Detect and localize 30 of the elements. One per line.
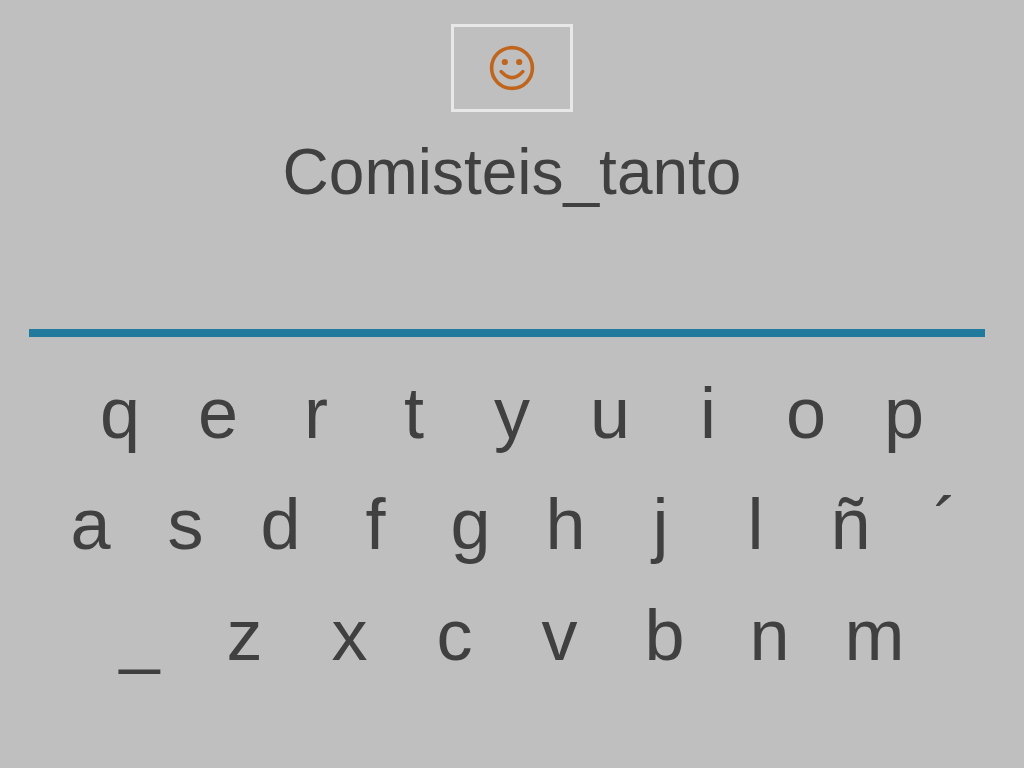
letter-key[interactable]: i bbox=[659, 370, 757, 455]
letter-key[interactable]: g bbox=[423, 481, 518, 566]
letter-key[interactable]: l bbox=[708, 481, 803, 566]
phrase-title: Comisteis_tanto bbox=[282, 136, 742, 208]
hint-button[interactable] bbox=[451, 24, 573, 112]
letter-key[interactable]: d bbox=[233, 481, 328, 566]
letter-key[interactable]: f bbox=[328, 481, 423, 566]
letter-key[interactable]: n bbox=[717, 592, 822, 677]
letter-key[interactable]: r bbox=[267, 370, 365, 455]
letter-key[interactable]: p bbox=[855, 370, 953, 455]
letter-key[interactable]: h bbox=[518, 481, 613, 566]
letter-key[interactable]: b bbox=[612, 592, 717, 677]
letter-key[interactable]: j bbox=[613, 481, 708, 566]
letter-key[interactable]: m bbox=[822, 592, 927, 677]
letter-key[interactable]: e bbox=[169, 370, 267, 455]
letter-key[interactable]: s bbox=[138, 481, 233, 566]
letter-key[interactable]: ´ bbox=[898, 481, 993, 566]
letter-key[interactable]: y bbox=[463, 370, 561, 455]
smiley-icon bbox=[488, 44, 536, 92]
letter-key[interactable]: x bbox=[297, 592, 402, 677]
letter-key[interactable]: _ bbox=[87, 592, 192, 677]
letter-key[interactable]: c bbox=[402, 592, 507, 677]
letter-key[interactable]: z bbox=[192, 592, 297, 677]
letter-key[interactable]: u bbox=[561, 370, 659, 455]
letter-key[interactable]: a bbox=[43, 481, 138, 566]
letter-key[interactable]: o bbox=[757, 370, 855, 455]
letter-key[interactable]: q bbox=[71, 370, 169, 455]
letter-key[interactable]: t bbox=[365, 370, 463, 455]
letter-key[interactable]: ñ bbox=[803, 481, 898, 566]
letter-key[interactable]: v bbox=[507, 592, 612, 677]
